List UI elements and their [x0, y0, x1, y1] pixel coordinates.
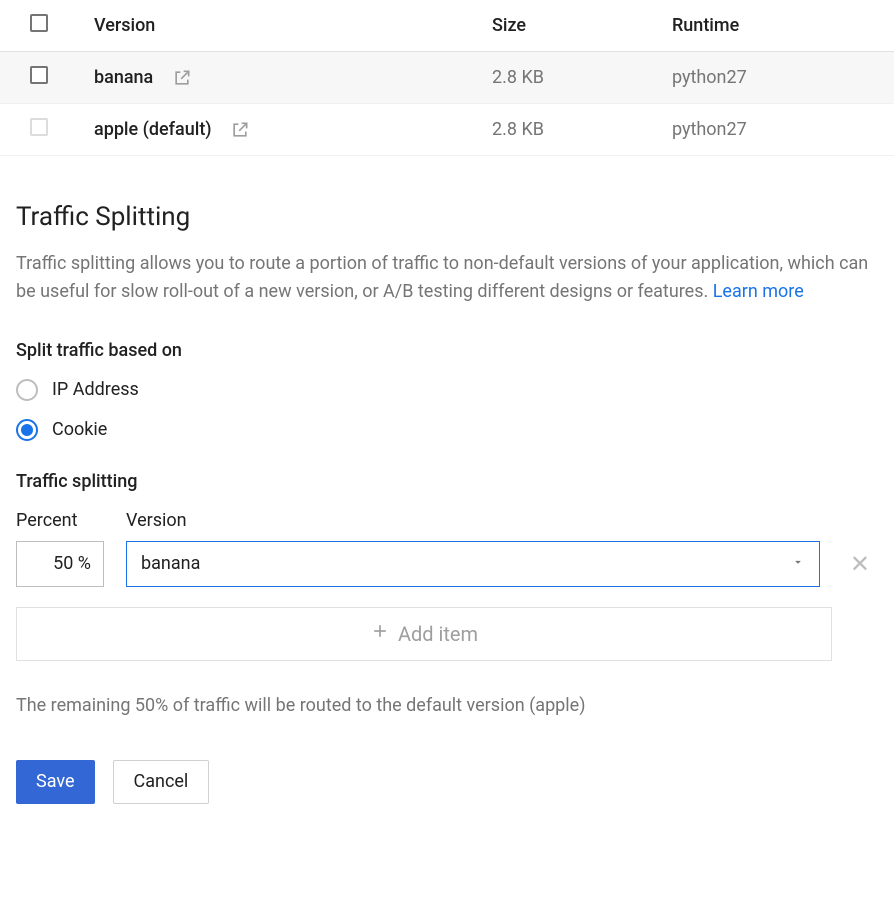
column-header-runtime: Runtime: [660, 0, 894, 52]
column-header-version: Version: [60, 0, 480, 52]
cell-runtime: python27: [660, 52, 894, 104]
cell-size: 2.8 KB: [480, 52, 660, 104]
remove-entry-icon[interactable]: ✕: [842, 550, 878, 578]
select-all-checkbox[interactable]: [30, 14, 48, 32]
plus-icon: [370, 621, 390, 646]
row-checkbox[interactable]: [30, 66, 48, 84]
cell-size: 2.8 KB: [480, 104, 660, 156]
percent-input[interactable]: [16, 541, 104, 587]
version-name: apple (default): [94, 119, 212, 140]
cancel-button[interactable]: Cancel: [113, 760, 210, 804]
traffic-splitting-label: Traffic splitting: [16, 471, 878, 492]
traffic-splitting-heading: Traffic Splitting: [16, 202, 878, 232]
version-select-value: banana: [141, 553, 200, 574]
learn-more-link[interactable]: Learn more: [713, 281, 804, 302]
row-checkbox[interactable]: [30, 118, 48, 136]
radio-label-ip: IP Address: [52, 379, 139, 400]
column-header-size: Size: [480, 0, 660, 52]
chevron-down-icon: [791, 553, 805, 574]
column-label-percent: Percent: [16, 510, 104, 531]
radio-ip-address[interactable]: IP Address: [16, 379, 878, 401]
cell-runtime: python27: [660, 104, 894, 156]
save-button[interactable]: Save: [16, 760, 95, 804]
table-row[interactable]: apple (default) 2.8 KB python27: [0, 104, 894, 156]
external-link-icon[interactable]: [172, 68, 192, 88]
table-row[interactable]: banana 2.8 KB python27: [0, 52, 894, 104]
version-name: banana: [94, 67, 153, 88]
add-item-label: Add item: [398, 622, 478, 646]
remaining-traffic-text: The remaining 50% of traffic will be rou…: [16, 695, 878, 716]
versions-table: Version Size Runtime banana 2.8 KB pytho…: [0, 0, 894, 156]
radio-cookie[interactable]: Cookie: [16, 419, 878, 441]
version-select[interactable]: banana: [126, 541, 820, 587]
traffic-splitting-description: Traffic splitting allows you to route a …: [16, 250, 876, 306]
external-link-icon[interactable]: [230, 120, 250, 140]
split-by-label: Split traffic based on: [16, 340, 878, 361]
radio-label-cookie: Cookie: [52, 419, 107, 440]
column-label-version: Version: [126, 510, 187, 531]
add-item-button[interactable]: Add item: [16, 607, 832, 661]
